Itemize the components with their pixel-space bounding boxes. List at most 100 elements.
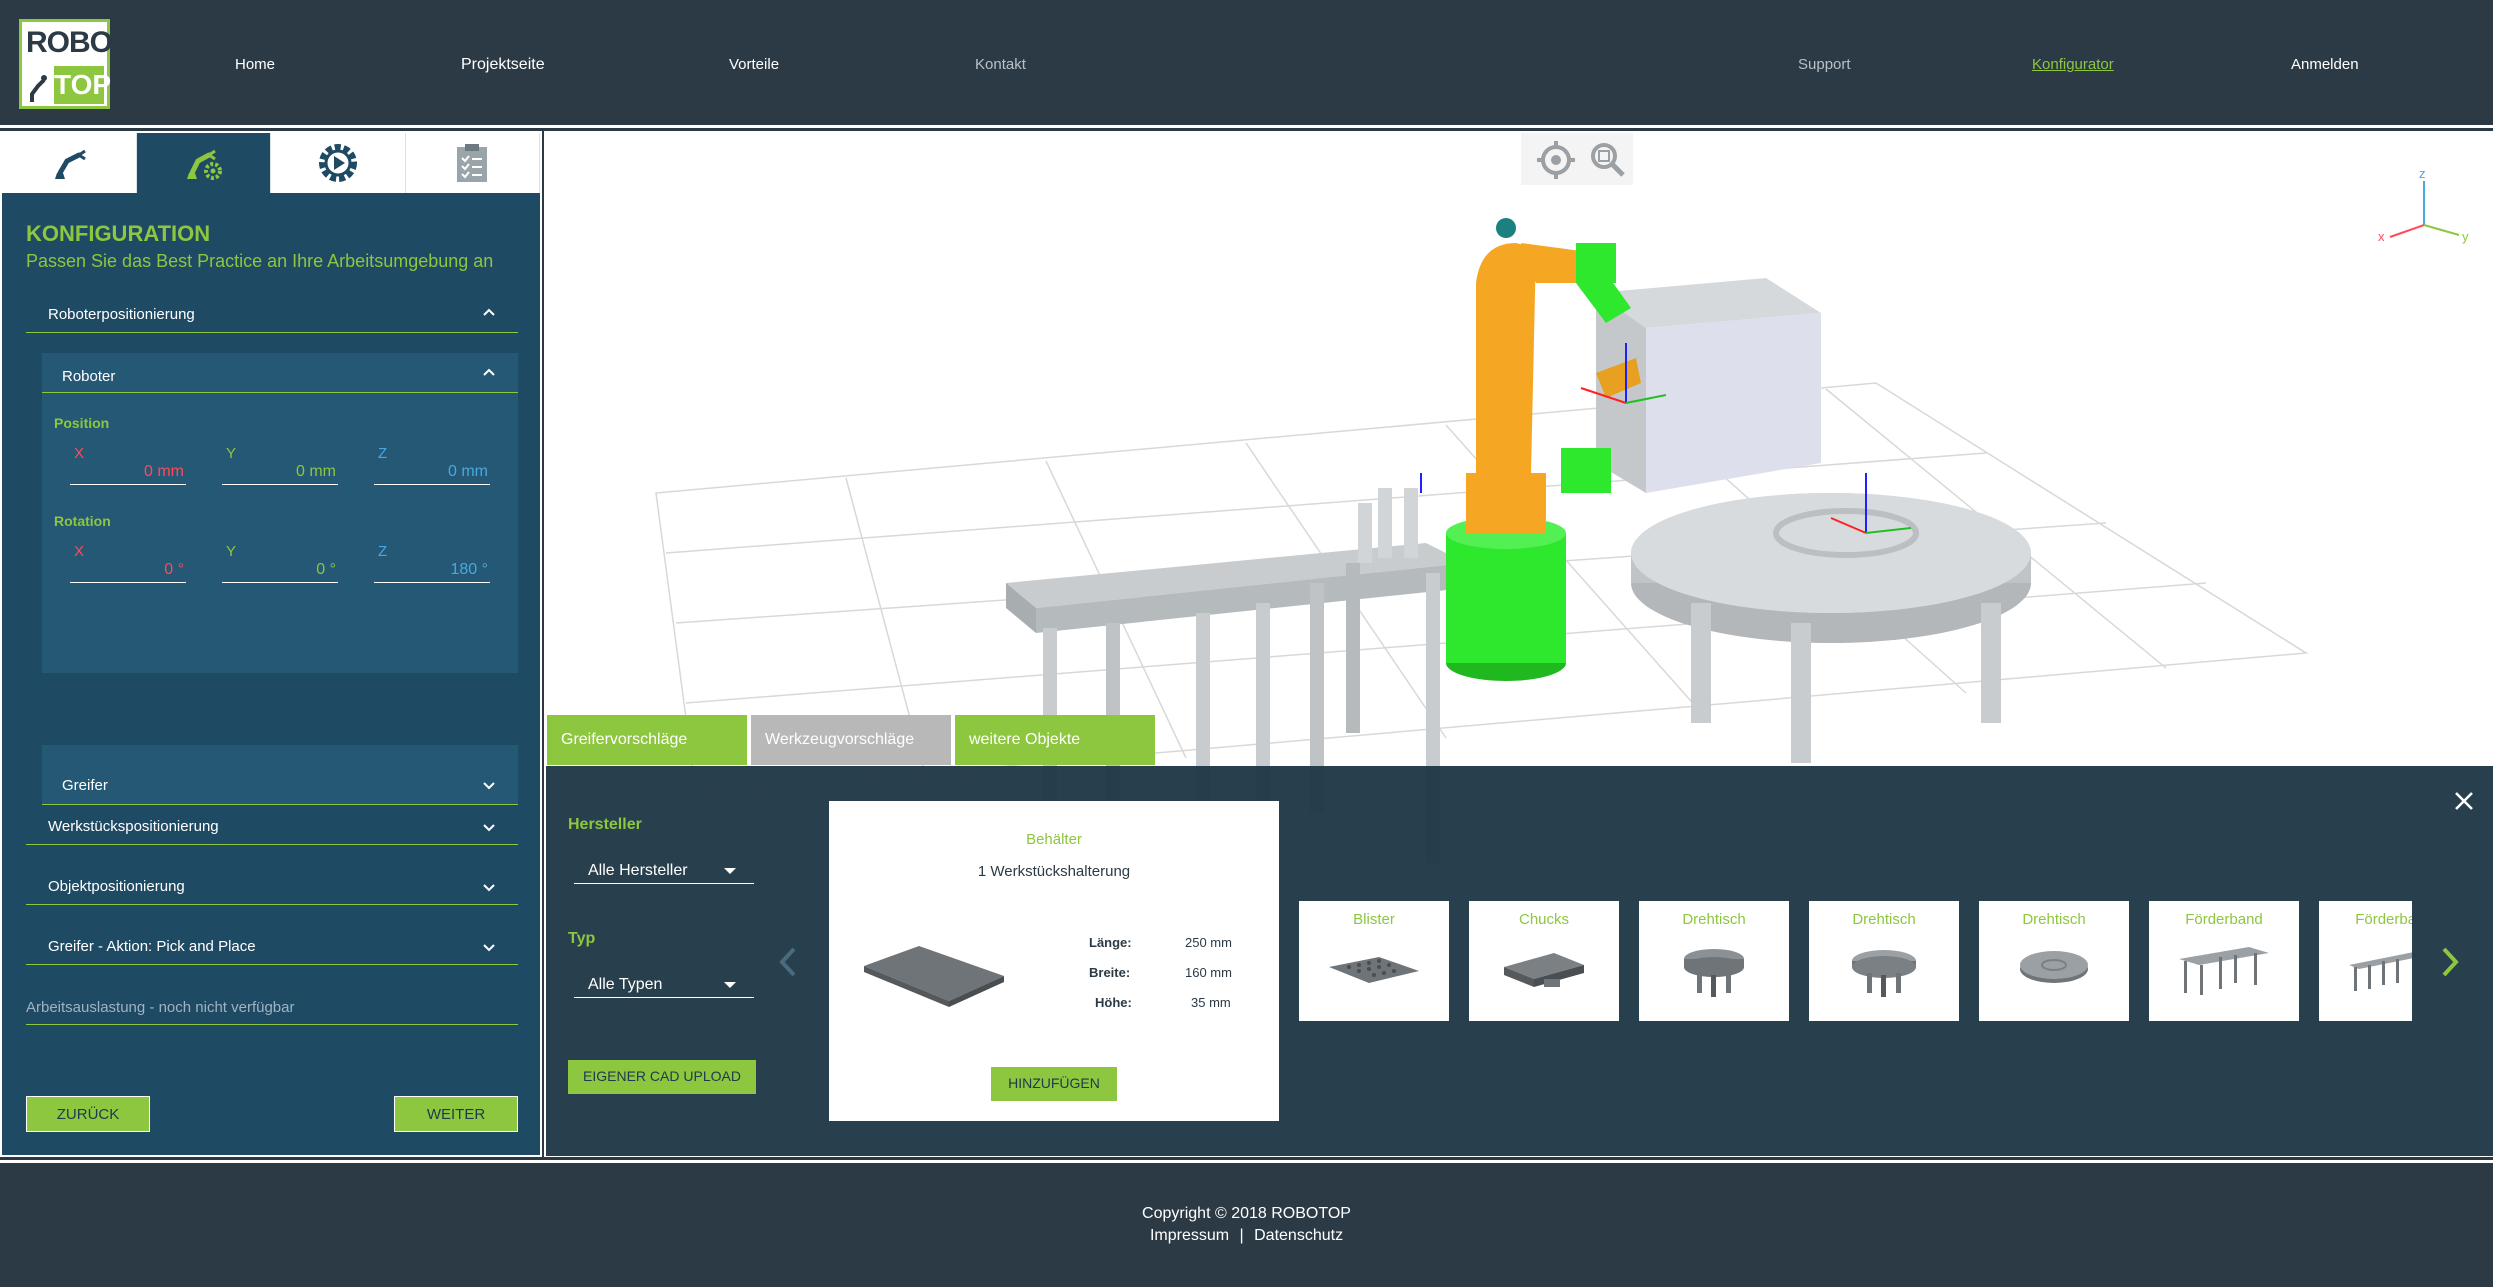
- suggestion-panel: Hersteller Alle Hersteller Typ Alle Type…: [546, 766, 2493, 1156]
- axis-label: Y: [226, 445, 237, 462]
- typ-value: Alle Typen: [588, 976, 663, 993]
- accordion-label: Objektpositionierung: [48, 878, 185, 895]
- chevron-left-icon[interactable]: [778, 946, 798, 978]
- hersteller-label: Hersteller: [568, 816, 642, 833]
- footer: Copyright © 2018 ROBOTOP Impressum | Dat…: [0, 1160, 2493, 1287]
- nav-kontakt[interactable]: Kontakt: [975, 56, 1026, 73]
- arbeitsauslastung: Arbeitsauslastung - noch nicht verfügbar: [26, 985, 518, 1025]
- accordion-objekt[interactable]: Objektpositionierung: [26, 865, 518, 905]
- view-tools: [1521, 133, 1633, 185]
- chevron-right-icon[interactable]: [2440, 946, 2460, 978]
- conveyor-preview: [2349, 952, 2412, 991]
- close-icon[interactable]: [2453, 790, 2475, 812]
- detail-card: Behälter 1 Werkstückshalterung Länge: 25…: [829, 801, 1279, 1121]
- nav-vorteile[interactable]: Vorteile: [729, 56, 779, 73]
- position-y-field[interactable]: Y 0 mm: [222, 445, 338, 485]
- logo[interactable]: ROBO TOP: [19, 19, 113, 109]
- position-y-value: 0 mm: [296, 463, 336, 480]
- config-panel: KONFIGURATION Passen Sie das Best Practi…: [0, 131, 542, 1157]
- rotation-label: Rotation: [54, 513, 111, 529]
- nav-projektseite[interactable]: Projektseite: [461, 56, 545, 74]
- position-label: Position: [54, 415, 110, 431]
- accordion-roboter[interactable]: Roboter: [42, 353, 518, 393]
- step-tabs: [2, 133, 540, 193]
- accordion-aktion[interactable]: Greifer - Aktion: Pick and Place: [26, 925, 518, 965]
- hersteller-select[interactable]: Alle Hersteller: [574, 854, 754, 884]
- card-label: Blister: [1353, 911, 1395, 928]
- card-label: Drehtisch: [2022, 911, 2086, 928]
- logo-text-robo: ROBO: [26, 26, 113, 59]
- copyright: Copyright © 2018 ROBOTOP: [1142, 1205, 1351, 1222]
- nav-konfigurator[interactable]: Konfigurator: [2032, 56, 2114, 73]
- object-card[interactable]: Förderband: [2319, 901, 2412, 1021]
- detail-subtitle: 1 Werkstückshalterung: [977, 863, 1131, 880]
- object-card[interactable]: Chucks: [1469, 901, 1619, 1021]
- next-button[interactable]: WEITER: [394, 1096, 518, 1132]
- logo-text-top: TOP: [54, 66, 111, 104]
- accordion-label: Werkstückspositionierung: [48, 818, 219, 835]
- card-label: Drehtisch: [1682, 911, 1746, 928]
- nav-home[interactable]: Home: [235, 56, 275, 73]
- add-button[interactable]: HINZUFÜGEN: [991, 1067, 1117, 1101]
- robot-gear-icon: [187, 149, 223, 180]
- accordion-greifer[interactable]: Greifer: [42, 745, 518, 805]
- hoehe-label: Höhe:: [1095, 995, 1132, 1010]
- card-label: Förderband: [2185, 911, 2263, 928]
- card-label: Drehtisch: [1852, 911, 1916, 928]
- axis-x-label: x: [2378, 229, 2385, 244]
- accordion-label: Roboterpositionierung: [48, 306, 195, 323]
- rotary-table-preview: [2020, 951, 2088, 983]
- zoom-icon[interactable]: [1589, 141, 1627, 179]
- axis-label: X: [74, 445, 85, 462]
- tab-werkzeugvorschlaege[interactable]: Werkzeugvorschläge: [751, 715, 951, 765]
- tab-robot[interactable]: [2, 133, 137, 193]
- card-label: Chucks: [1518, 911, 1570, 928]
- back-button[interactable]: ZURÜCK: [26, 1096, 150, 1132]
- tab-greifervorschlaege[interactable]: Greifervorschläge: [547, 715, 747, 765]
- chevron-down-icon: [483, 944, 495, 952]
- axis-label: X: [74, 543, 85, 560]
- datenschutz-link[interactable]: Datenschutz: [1254, 1227, 1343, 1244]
- impressum-link[interactable]: Impressum: [1150, 1227, 1229, 1244]
- position-z-field[interactable]: Z 0 mm: [374, 445, 490, 485]
- typ-select[interactable]: Alle Typen: [574, 968, 754, 998]
- object-card[interactable]: Blister: [1299, 901, 1449, 1021]
- accordion-roboterpositionierung[interactable]: Roboterpositionierung: [26, 293, 518, 333]
- footer-separator: |: [1239, 1227, 1244, 1244]
- crosshair-icon[interactable]: [1535, 139, 1577, 181]
- object-card[interactable]: Drehtisch: [1639, 901, 1789, 1021]
- tab-summary[interactable]: [405, 133, 540, 193]
- axis-z-label: z: [2419, 166, 2426, 181]
- blister-preview: [1329, 957, 1419, 983]
- rotation-x-field[interactable]: X 0 °: [70, 543, 186, 583]
- nav-support[interactable]: Support: [1798, 56, 1851, 73]
- position-z-value: 0 mm: [448, 463, 488, 480]
- tab-configure[interactable]: [136, 133, 271, 193]
- rotation-z-field[interactable]: Z 180 °: [374, 543, 490, 583]
- config-subtitle: Passen Sie das Best Practice an Ihre Arb…: [26, 251, 494, 271]
- object-card[interactable]: Förderband: [2149, 901, 2299, 1021]
- object-card[interactable]: Drehtisch: [1809, 901, 1959, 1021]
- hoehe-value: 35 mm: [1191, 995, 1231, 1010]
- tab-simulate[interactable]: [271, 133, 406, 193]
- axis-label: Y: [226, 543, 237, 560]
- chevron-up-icon: [483, 308, 495, 316]
- object-card[interactable]: Drehtisch: [1979, 901, 2129, 1021]
- rotation-y-field[interactable]: Y 0 °: [222, 543, 338, 583]
- accordion-werkstueck[interactable]: Werkstückspositionierung: [26, 805, 518, 845]
- nav-anmelden[interactable]: Anmelden: [2291, 56, 2359, 73]
- accordion-label: Greifer - Aktion: Pick and Place: [48, 938, 256, 955]
- rotary-table-preview: [1684, 949, 1744, 997]
- breite-value: 160 mm: [1185, 965, 1232, 980]
- axis-y-label: y: [2462, 229, 2469, 244]
- logo-arm-icon: [30, 75, 47, 102]
- position-x-value: 0 mm: [144, 463, 184, 480]
- cad-upload-button[interactable]: EIGENER CAD UPLOAD: [568, 1060, 756, 1094]
- tab-weitere-objekte[interactable]: weitere Objekte: [955, 715, 1155, 765]
- axis-label: Z: [378, 543, 388, 560]
- position-x-field[interactable]: X 0 mm: [70, 445, 186, 485]
- chevron-down-icon: [483, 782, 495, 790]
- hersteller-value: Alle Hersteller: [588, 862, 688, 879]
- chevron-down-icon: [483, 824, 495, 832]
- card-label: Förderband: [2355, 911, 2412, 928]
